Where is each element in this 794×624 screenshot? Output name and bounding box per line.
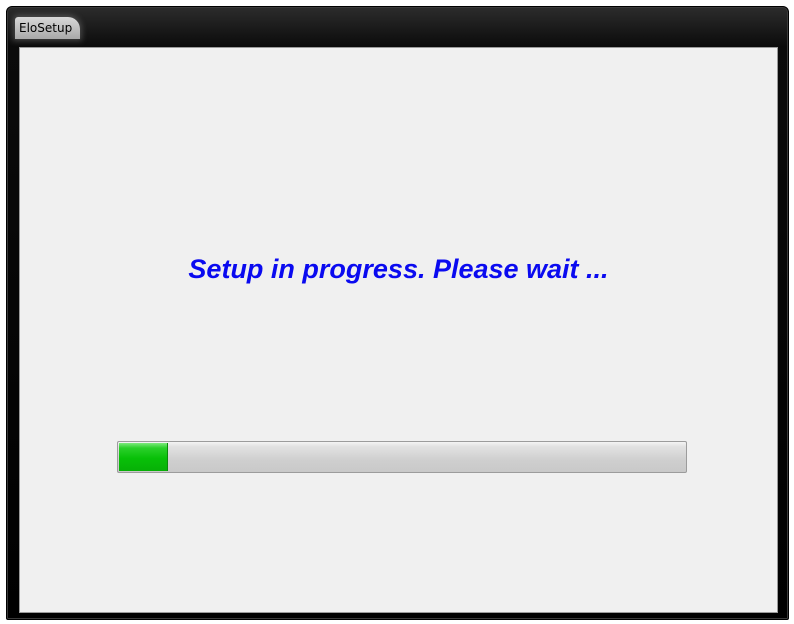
title-bar[interactable]: EloSetup: [7, 7, 788, 47]
window-title: EloSetup: [15, 17, 81, 39]
progress-fill: [119, 443, 168, 471]
progress-bar: [117, 441, 687, 473]
status-message: Setup in progress. Please wait ...: [188, 254, 609, 284]
setup-window: EloSetup Setup in progress. Please wait …: [6, 6, 789, 620]
client-area: Setup in progress. Please wait ...: [19, 47, 778, 613]
